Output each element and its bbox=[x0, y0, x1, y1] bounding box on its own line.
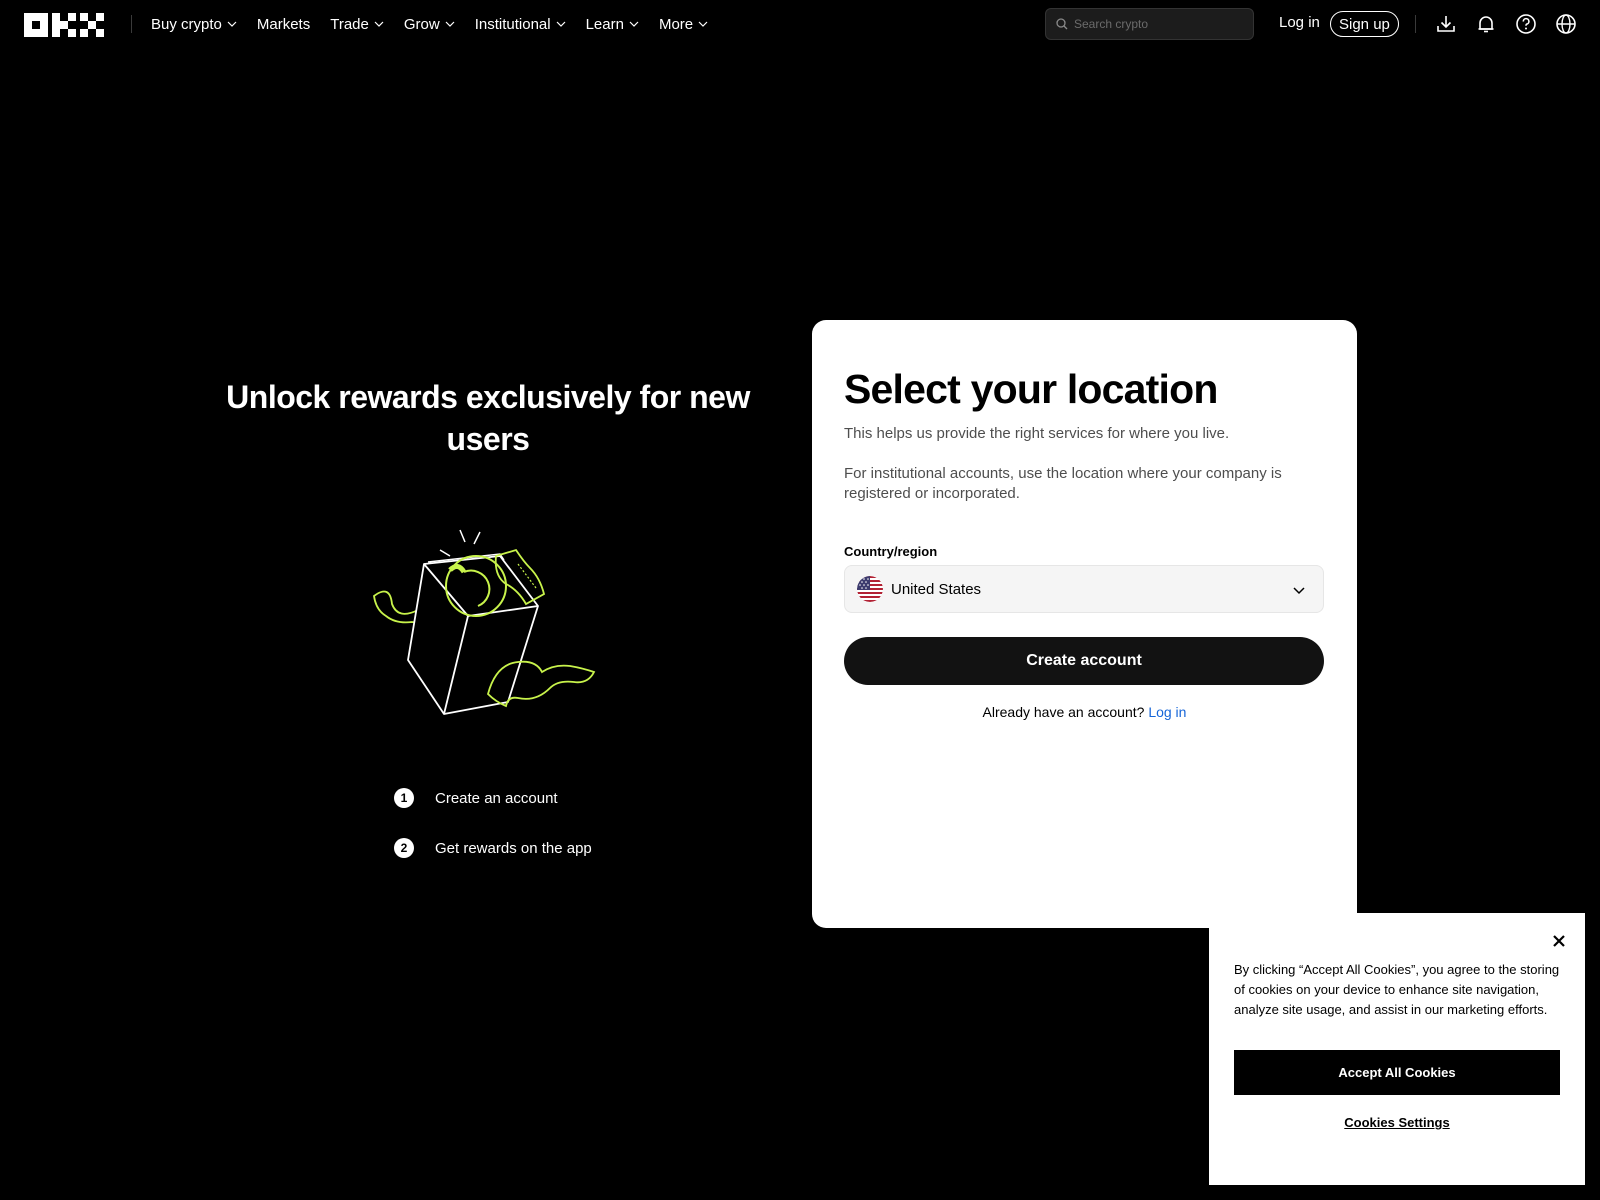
gift-box-illustration bbox=[373, 529, 596, 715]
nav-label: Learn bbox=[585, 15, 624, 33]
nav-grow[interactable]: Grow bbox=[404, 16, 455, 33]
nav-learn[interactable]: Learn bbox=[586, 16, 639, 33]
search-box[interactable] bbox=[1045, 8, 1254, 40]
steps-list: 1 Create an account 2 Get rewards on the… bbox=[394, 786, 592, 886]
us-flag-icon bbox=[857, 576, 883, 602]
step-number: 1 bbox=[394, 788, 414, 808]
download-icon[interactable] bbox=[1435, 13, 1457, 35]
card-title: Select your location bbox=[844, 366, 1218, 412]
main-nav: Buy crypto Markets Trade Grow Institutio… bbox=[151, 0, 728, 48]
chevron-down-icon bbox=[445, 21, 455, 27]
nav-label: Buy crypto bbox=[151, 15, 222, 33]
cookie-settings-button[interactable]: Cookies Settings bbox=[1234, 1115, 1560, 1130]
chevron-down-icon bbox=[556, 21, 566, 27]
cookie-text: By clicking “Accept All Cookies”, you ag… bbox=[1234, 962, 1560, 1017]
top-navbar: Buy crypto Markets Trade Grow Institutio… bbox=[0, 0, 1600, 48]
bell-icon[interactable] bbox=[1475, 13, 1497, 35]
nav-label: Trade bbox=[330, 15, 369, 33]
card-login-link[interactable]: Log in bbox=[1148, 704, 1186, 720]
chevron-down-icon bbox=[227, 21, 237, 27]
step-label: Create an account bbox=[435, 789, 558, 807]
cookie-banner: By clicking “Accept All Cookies”, you ag… bbox=[1209, 913, 1585, 1185]
card-description: This helps us provide the right services… bbox=[844, 425, 1230, 442]
step-item: 2 Get rewards on the app bbox=[394, 836, 592, 860]
accept-cookies-button[interactable]: Accept All Cookies bbox=[1234, 1050, 1560, 1095]
nav-trade[interactable]: Trade bbox=[330, 16, 384, 33]
create-account-button[interactable]: Create account bbox=[844, 637, 1324, 685]
step-item: 1 Create an account bbox=[394, 786, 592, 810]
logo-divider bbox=[131, 15, 132, 33]
nav-buy-crypto[interactable]: Buy crypto bbox=[151, 16, 237, 33]
card-institutional-note: For institutional accounts, use the loca… bbox=[844, 465, 1282, 502]
search-icon bbox=[1056, 18, 1068, 30]
country-select[interactable]: United States bbox=[844, 565, 1324, 613]
already-text: Already have an account? bbox=[982, 704, 1145, 720]
nav-more[interactable]: More bbox=[659, 16, 708, 33]
step-label: Get rewards on the app bbox=[435, 839, 592, 857]
signup-button[interactable]: Sign up bbox=[1330, 11, 1399, 37]
okx-logo[interactable] bbox=[24, 13, 104, 37]
header-login-link[interactable]: Log in bbox=[1279, 14, 1320, 31]
location-card: Select your location This helps us provi… bbox=[812, 320, 1357, 928]
close-icon[interactable] bbox=[1551, 933, 1567, 949]
chevron-down-icon bbox=[1293, 587, 1305, 595]
chevron-down-icon bbox=[629, 21, 639, 27]
nav-label: Markets bbox=[256, 15, 311, 33]
chevron-down-icon bbox=[698, 21, 708, 27]
country-field-label: Country/region bbox=[844, 544, 938, 559]
header-divider bbox=[1415, 15, 1416, 33]
nav-markets[interactable]: Markets bbox=[257, 16, 310, 33]
chevron-down-icon bbox=[374, 21, 384, 27]
search-input[interactable] bbox=[1074, 17, 1244, 31]
nav-label: Institutional bbox=[474, 15, 551, 33]
selected-country: United States bbox=[891, 580, 982, 598]
already-have-account: Already have an account? Log in bbox=[812, 704, 1357, 720]
nav-institutional[interactable]: Institutional bbox=[475, 16, 566, 33]
step-number: 2 bbox=[394, 838, 414, 858]
nav-label: Grow bbox=[403, 15, 440, 33]
promo-title: Unlock rewards exclusively for new users bbox=[226, 379, 750, 457]
nav-label: More bbox=[658, 15, 694, 33]
help-icon[interactable] bbox=[1515, 13, 1537, 35]
globe-icon[interactable] bbox=[1555, 13, 1577, 35]
